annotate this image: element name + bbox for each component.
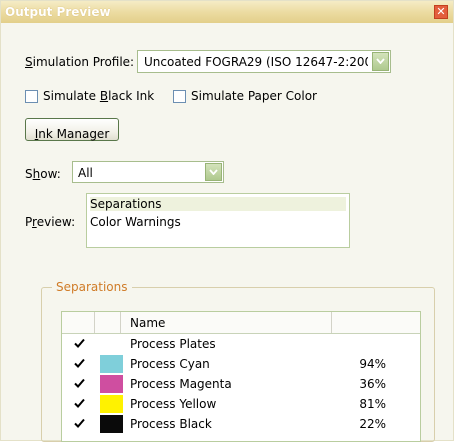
- separations-legend: Separations: [52, 280, 132, 294]
- show-value: All: [78, 166, 93, 180]
- simulate-paper-color-checkbox[interactable]: [173, 90, 186, 103]
- table-row[interactable]: Process Yellow 81%: [62, 394, 420, 414]
- ink-manager-button[interactable]: Ink Manager: [25, 118, 119, 141]
- chevron-down-icon[interactable]: [205, 163, 222, 181]
- simulation-profile-dropdown[interactable]: Uncoated FOGRA29 (ISO 12647-2:2004: [137, 50, 391, 73]
- separation-percent: 94%: [359, 357, 386, 371]
- separation-percent: 22%: [359, 417, 386, 431]
- column-name[interactable]: Name: [121, 312, 332, 333]
- chevron-down-icon[interactable]: [372, 52, 389, 71]
- output-preview-window: Output Preview ✕ Simulation Profile: Unc…: [0, 0, 454, 442]
- table-row[interactable]: Process Plates: [62, 334, 420, 354]
- checkmark-icon[interactable]: [73, 337, 86, 350]
- simulate-black-ink-checkbox[interactable]: [25, 90, 38, 103]
- show-dropdown[interactable]: All: [72, 161, 224, 183]
- separation-name: Process Yellow: [130, 397, 217, 411]
- separation-percent: 81%: [359, 397, 386, 411]
- simulation-profile-label: Simulation Profile:: [25, 55, 135, 69]
- checkmark-icon[interactable]: [73, 357, 86, 370]
- title-bar[interactable]: Output Preview ✕: [1, 1, 453, 23]
- table-row[interactable]: Process Magenta 36%: [62, 374, 420, 394]
- separation-name: Process Cyan: [130, 357, 210, 371]
- show-label: Show:: [25, 167, 61, 181]
- separation-percent: 36%: [359, 377, 386, 391]
- window-title: Output Preview: [5, 5, 111, 19]
- simulate-paper-color-label: Simulate Paper Color: [191, 89, 317, 103]
- cyan-swatch: [100, 355, 123, 373]
- close-button[interactable]: ✕: [434, 5, 448, 19]
- preview-label: Preview:: [25, 215, 76, 229]
- simulate-black-ink-label: Simulate Black Ink: [43, 89, 155, 103]
- magenta-swatch: [100, 375, 123, 393]
- separation-name: Process Plates: [130, 337, 216, 351]
- table-header: Name: [62, 312, 420, 334]
- preview-option-color-warnings[interactable]: Color Warnings: [90, 215, 181, 229]
- preview-option-separations[interactable]: Separations: [90, 197, 346, 211]
- simulation-profile-value: Uncoated FOGRA29 (ISO 12647-2:2004: [144, 55, 368, 69]
- yellow-swatch: [100, 395, 123, 413]
- separation-name: Process Magenta: [130, 377, 232, 391]
- checkmark-icon[interactable]: [73, 417, 86, 430]
- table-row[interactable]: Process Cyan 94%: [62, 354, 420, 374]
- close-icon: ✕: [436, 5, 446, 18]
- preview-listbox[interactable]: Separations Color Warnings: [86, 193, 350, 248]
- separations-table: Name Process Plates Process Cyan 94% Pro…: [61, 311, 421, 442]
- separation-name: Process Black: [130, 417, 212, 431]
- black-swatch: [100, 415, 123, 433]
- checkmark-icon[interactable]: [73, 377, 86, 390]
- checkmark-icon[interactable]: [73, 397, 86, 410]
- table-row[interactable]: Process Black 22%: [62, 414, 420, 434]
